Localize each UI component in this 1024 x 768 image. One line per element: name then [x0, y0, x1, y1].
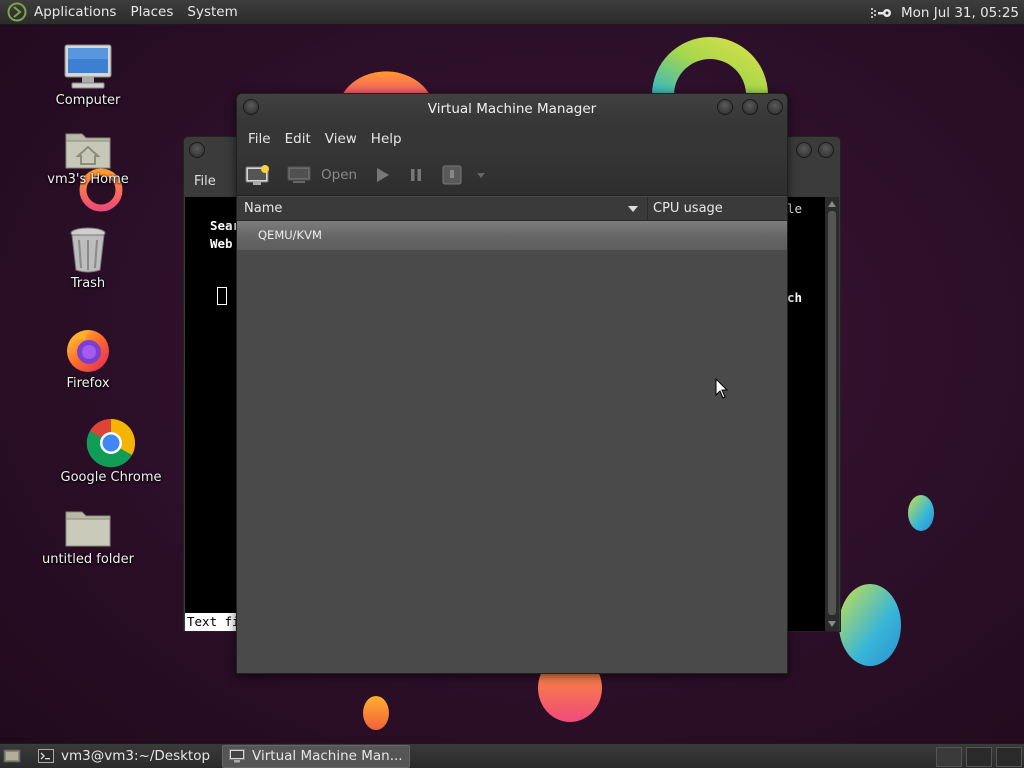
shutdown-icon [442, 165, 462, 184]
open-button[interactable]: Open [287, 159, 357, 191]
desktop-icon-untitled-folder[interactable]: untitled folder [33, 508, 143, 567]
close-button[interactable] [767, 99, 783, 115]
column-name-header[interactable]: Name [244, 201, 282, 216]
text-cursor [217, 287, 227, 305]
window-title: Virtual Machine Manager [427, 101, 597, 117]
maximize-button[interactable] [742, 99, 758, 115]
scroll-up-arrow-icon[interactable] [828, 201, 836, 207]
workspace-2[interactable] [966, 746, 992, 767]
desktop-icon-label: Trash [70, 276, 106, 291]
desktop-icon-label: Firefox [66, 376, 110, 391]
file-menu[interactable]: File [194, 174, 216, 189]
new-vm-icon [245, 164, 269, 185]
desktop-icon-label: vm3's Home [47, 172, 129, 187]
new-vm-button[interactable] [245, 159, 271, 191]
status-line: Text fi [185, 613, 241, 631]
workspace-switcher [934, 744, 1024, 768]
sort-down-icon[interactable] [628, 206, 638, 212]
title-bar[interactable]: Virtual Machine Manager [237, 94, 787, 124]
desktop-icon-label: Computer [55, 93, 121, 108]
workspace-3[interactable] [996, 746, 1022, 767]
terminal-text: Web [210, 236, 233, 251]
menu-edit[interactable]: Edit [278, 131, 318, 147]
vm-list-area[interactable] [237, 251, 787, 673]
mouse-pointer-icon [715, 378, 729, 399]
mate-logo-icon[interactable] [7, 2, 27, 22]
system-menu[interactable]: System [180, 0, 244, 25]
trash-icon [70, 227, 106, 273]
desktop-icon-computer[interactable]: Computer [33, 43, 143, 108]
virt-manager-icon [229, 749, 246, 763]
menu-help[interactable]: Help [364, 131, 409, 147]
taskbar-item-terminal[interactable]: vm3@vm3:~/Desktop [32, 745, 216, 768]
network-key-icon[interactable] [869, 5, 893, 21]
pause-icon [411, 168, 422, 181]
run-button[interactable] [373, 159, 391, 191]
show-desktop-button[interactable] [0, 744, 24, 768]
scroll-down-arrow-icon[interactable] [828, 621, 836, 627]
connection-name: QEMU/KVM [258, 228, 322, 242]
top-panel: Applications Places System Mon Jul 31, 0… [0, 0, 1024, 25]
virt-manager-window[interactable]: Virtual Machine Manager File Edit View H… [236, 93, 788, 674]
desktop-icon-firefox[interactable]: Firefox [33, 326, 143, 391]
menu-view[interactable]: View [318, 131, 364, 147]
chevron-down-icon[interactable] [475, 170, 487, 180]
home-folder-icon [65, 133, 111, 169]
taskbar-item-label: Virtual Machine Man... [252, 748, 403, 764]
desktop-icon-home[interactable]: vm3's Home [33, 128, 143, 187]
window-menu-button[interactable] [189, 142, 205, 158]
scrollbar-thumb[interactable] [828, 211, 836, 615]
play-icon [377, 167, 390, 182]
open-button-label: Open [321, 166, 358, 183]
minimize-button[interactable] [796, 142, 812, 158]
menu-bar: File Edit View Help [237, 124, 787, 154]
taskbar-item-label: vm3@vm3:~/Desktop [61, 748, 211, 764]
terminal-icon [38, 749, 54, 763]
column-cpu-header[interactable]: CPU usage [653, 201, 723, 216]
taskbar-item-virt-manager[interactable]: Virtual Machine Man... [222, 744, 410, 768]
menu-file[interactable]: File [241, 131, 278, 147]
desktop-icon-trash[interactable]: Trash [33, 226, 143, 291]
desktop-icon-label: Google Chrome [60, 470, 162, 485]
column-separator[interactable] [647, 197, 648, 221]
connection-row[interactable]: QEMU/KVM [237, 221, 787, 251]
list-header: Name CPU usage [237, 197, 787, 221]
chrome-icon [86, 418, 136, 468]
firefox-icon [67, 330, 109, 372]
shutdown-button[interactable] [441, 159, 487, 191]
maximize-button[interactable] [818, 142, 834, 158]
desktop-icon-chrome[interactable]: Google Chrome [56, 418, 166, 485]
pause-button[interactable] [407, 159, 425, 191]
clock[interactable]: Mon Jul 31, 05:25 [893, 5, 1024, 21]
bottom-panel: vm3@vm3:~/Desktop Virtual Machine Man... [0, 743, 1024, 768]
places-menu[interactable]: Places [123, 0, 180, 25]
computer-icon [64, 44, 112, 89]
minimize-button[interactable] [717, 99, 733, 115]
show-desktop-icon [3, 749, 21, 763]
vertical-scrollbar[interactable] [825, 197, 839, 631]
folder-icon [65, 511, 111, 547]
monitor-icon [287, 166, 311, 183]
desktop-icon-label: untitled folder [41, 552, 134, 567]
workspace-1[interactable] [936, 746, 962, 767]
toolbar: Open [237, 154, 787, 196]
applications-menu[interactable]: Applications [27, 0, 123, 25]
